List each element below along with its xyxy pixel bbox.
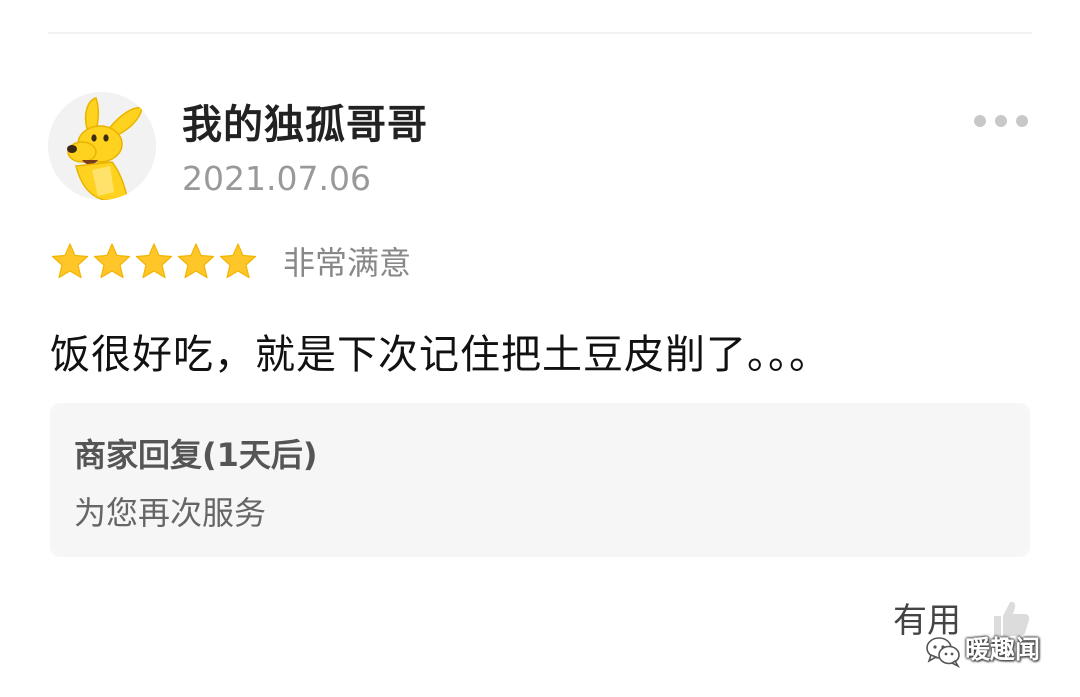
star-icon: [135, 243, 173, 279]
merchant-reply-box: 商家回复(1天后) 为您再次服务: [50, 403, 1030, 557]
star-icon: [219, 243, 257, 279]
merchant-reply-text: 为您再次服务: [74, 494, 267, 532]
review-text: 饭很好吃，就是下次记住把土豆皮削了。。。: [50, 332, 830, 378]
user-avatar[interactable]: [48, 92, 156, 200]
rating-label: 非常满意: [283, 244, 412, 282]
star-icon: [51, 243, 89, 279]
more-options-button[interactable]: [966, 106, 1036, 136]
watermark-text: 暖趣闻: [965, 635, 1041, 664]
dog-mascot-icon: [48, 92, 156, 200]
review-date: 2021.07.06: [182, 159, 371, 198]
username[interactable]: 我的独孤哥哥: [182, 98, 428, 152]
star-icon: [177, 243, 215, 279]
wechat-icon: [926, 637, 961, 668]
star-icon: [93, 243, 131, 279]
more-dot-icon: [995, 115, 1007, 127]
review-card: 我的独孤哥哥 2021.07.06 非常满意 饭很好吃，就是下次记住把土豆皮削了…: [0, 0, 1080, 697]
more-dot-icon: [1016, 115, 1028, 127]
merchant-reply-title: 商家回复(1天后): [74, 436, 318, 474]
top-divider: [48, 32, 1032, 34]
more-dot-icon: [974, 115, 986, 127]
